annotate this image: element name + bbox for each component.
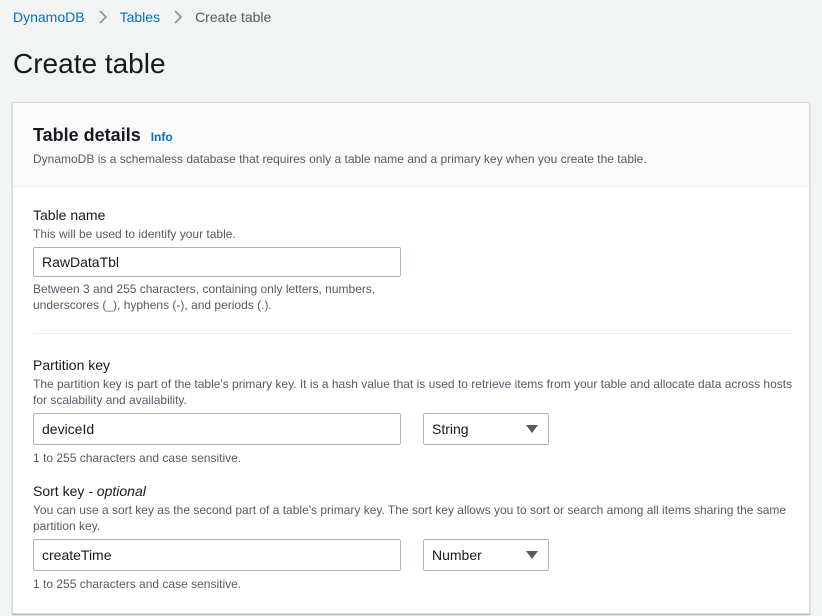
partition-key-type-value: String	[432, 421, 469, 437]
panel-header: Table details Info DynamoDB is a schemal…	[13, 103, 809, 187]
sort-key-type-select[interactable]: Number	[423, 539, 549, 571]
table-name-input[interactable]	[33, 247, 401, 277]
breadcrumb-dynamodb-link[interactable]: DynamoDB	[13, 7, 85, 27]
panel-description: DynamoDB is a schemaless database that r…	[33, 152, 647, 166]
sort-key-label: Sort key - optional	[33, 481, 793, 501]
sort-key-description: You can use a sort key as the second par…	[33, 503, 787, 533]
partition-key-field: Partition key The partition key is part …	[33, 355, 793, 466]
sort-key-label-text: Sort key	[33, 483, 85, 499]
breadcrumb: DynamoDB Tables Create table	[13, 7, 271, 27]
sort-key-constraint: 1 to 255 characters and case sensitive.	[33, 577, 242, 591]
table-name-label: Table name	[33, 207, 106, 223]
panel-title: Table details	[33, 125, 141, 145]
table-name-constraint-line2: underscores (_), hyphens (-), and period…	[33, 298, 272, 312]
sort-key-input[interactable]	[33, 539, 401, 571]
table-details-panel: Table details Info DynamoDB is a schemal…	[12, 102, 810, 614]
table-name-constraint: Between 3 and 255 characters, containing…	[33, 281, 401, 313]
chevron-right-icon	[98, 10, 108, 24]
caret-down-icon	[526, 425, 538, 433]
divider	[33, 333, 793, 334]
partition-key-label: Partition key	[33, 357, 111, 373]
partition-key-type-select[interactable]: String	[423, 413, 549, 445]
breadcrumb-tables-link[interactable]: Tables	[120, 7, 160, 27]
sort-key-type-value: Number	[432, 547, 482, 563]
sort-key-field: Sort key - optional You can use a sort k…	[33, 481, 793, 592]
table-name-description: This will be used to identify your table…	[33, 227, 236, 241]
table-name-constraint-line1: Between 3 and 255 characters, containing…	[33, 282, 376, 296]
partition-key-constraint: 1 to 255 characters and case sensitive.	[33, 451, 242, 465]
info-link[interactable]: Info	[151, 130, 173, 144]
partition-key-description: The partition key is part of the table's…	[33, 377, 793, 407]
table-name-field: Table name This will be used to identify…	[33, 205, 401, 313]
page-title: Create table	[13, 48, 166, 79]
partition-key-input[interactable]	[33, 413, 401, 445]
chevron-right-icon	[173, 10, 183, 24]
sort-key-optional-tag: - optional	[84, 483, 146, 499]
breadcrumb-current: Create table	[195, 9, 272, 25]
caret-down-icon	[526, 551, 538, 559]
